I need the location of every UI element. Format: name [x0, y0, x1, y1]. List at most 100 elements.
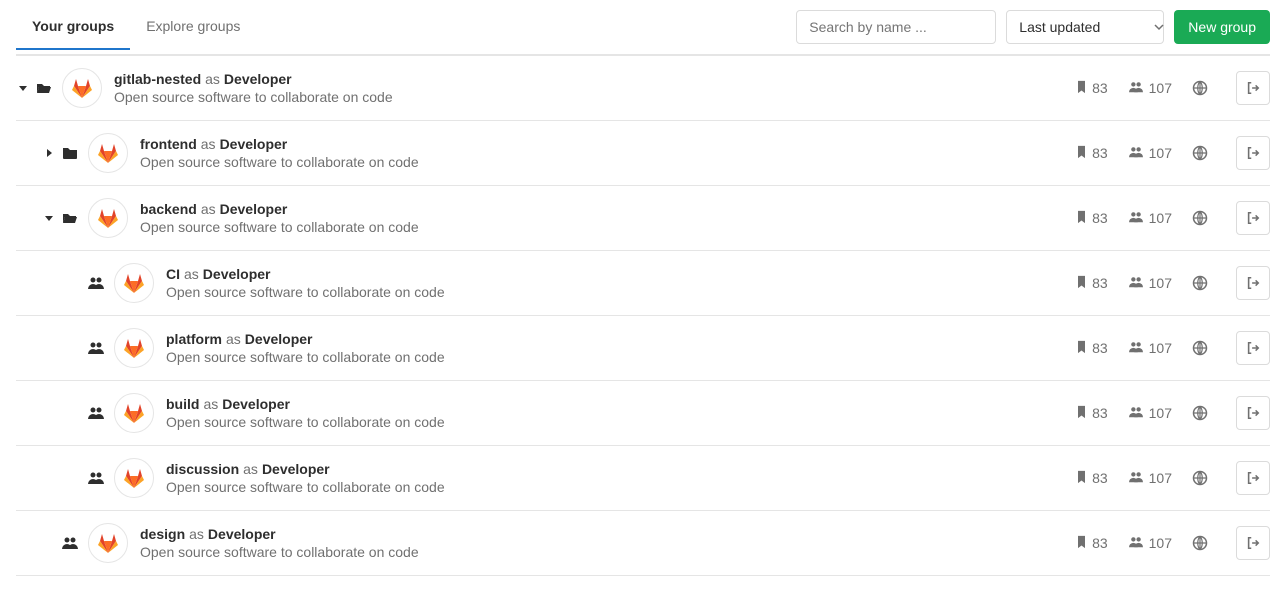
members-count: 107 — [1128, 470, 1172, 487]
group-avatar — [114, 263, 154, 303]
members-count: 107 — [1128, 210, 1172, 227]
role-label: Developer — [245, 331, 313, 347]
group-name[interactable]: gitlab-nested — [114, 71, 201, 87]
as-label: as — [201, 201, 216, 217]
group-row[interactable]: buildasDeveloper Open source software to … — [16, 381, 1270, 446]
caret-down-icon[interactable] — [42, 213, 56, 223]
role-label: Developer — [220, 136, 288, 152]
as-label: as — [201, 136, 216, 152]
members-count: 107 — [1128, 535, 1172, 552]
projects-count: 83 — [1076, 145, 1108, 162]
bookmark-icon — [1076, 275, 1087, 292]
new-group-button[interactable]: New group — [1174, 10, 1270, 44]
users-icon — [1128, 145, 1144, 162]
globe-icon — [1192, 535, 1208, 551]
globe-icon — [1192, 340, 1208, 356]
leave-group-button[interactable] — [1236, 201, 1270, 235]
leave-group-button[interactable] — [1236, 331, 1270, 365]
group-description: Open source software to collaborate on c… — [114, 89, 1076, 105]
leave-group-button[interactable] — [1236, 526, 1270, 560]
members-count: 107 — [1128, 340, 1172, 357]
group-name[interactable]: design — [140, 526, 185, 542]
globe-icon — [1192, 80, 1208, 96]
projects-count: 83 — [1076, 405, 1108, 422]
group-name[interactable]: frontend — [140, 136, 197, 152]
users-icon — [86, 340, 106, 356]
search-input[interactable] — [796, 10, 996, 44]
bookmark-icon — [1076, 210, 1087, 227]
bookmark-icon — [1076, 145, 1087, 162]
group-row[interactable]: frontendasDeveloperOpen source software … — [16, 121, 1270, 186]
role-label: Developer — [203, 266, 271, 282]
caret-down-icon[interactable] — [16, 83, 30, 93]
users-icon — [1128, 210, 1144, 227]
role-label: Developer — [220, 201, 288, 217]
members-count: 107 — [1128, 405, 1172, 422]
group-description: Open source software to collaborate on c… — [166, 349, 1076, 365]
role-label: Developer — [208, 526, 276, 542]
as-label: as — [205, 71, 220, 87]
as-label: as — [226, 331, 241, 347]
users-icon — [1128, 535, 1144, 552]
group-description: Open source software to collaborate on c… — [166, 284, 1076, 300]
group-name[interactable]: backend — [140, 201, 197, 217]
group-row[interactable]: backendasDeveloperOpen source software t… — [16, 186, 1270, 251]
members-count: 107 — [1128, 80, 1172, 97]
group-name[interactable]: CI — [166, 266, 180, 282]
leave-group-button[interactable] — [1236, 266, 1270, 300]
tab-explore-groups[interactable]: Explore groups — [130, 4, 256, 50]
group-name[interactable]: discussion — [166, 461, 239, 477]
globe-icon — [1192, 210, 1208, 226]
bookmark-icon — [1076, 470, 1087, 487]
projects-count: 83 — [1076, 535, 1108, 552]
leave-group-button[interactable] — [1236, 136, 1270, 170]
as-label: as — [203, 396, 218, 412]
as-label: as — [184, 266, 199, 282]
bookmark-icon — [1076, 80, 1087, 97]
role-label: Developer — [222, 396, 290, 412]
group-row[interactable]: CIasDeveloper Open source software to col… — [16, 251, 1270, 316]
projects-count: 83 — [1076, 275, 1108, 292]
role-label: Developer — [262, 461, 330, 477]
users-icon — [86, 275, 106, 291]
caret-right-icon[interactable] — [42, 148, 56, 158]
projects-count: 83 — [1076, 80, 1108, 97]
group-row[interactable]: designasDeveloper Open source software to… — [16, 511, 1270, 576]
group-avatar — [88, 523, 128, 563]
users-icon — [86, 470, 106, 486]
as-label: as — [243, 461, 258, 477]
group-row[interactable]: gitlab-nestedasDeveloper Open source soft… — [16, 55, 1270, 121]
globe-icon — [1192, 145, 1208, 161]
globe-icon — [1192, 405, 1208, 421]
as-label: as — [189, 526, 204, 542]
folder-open-icon — [60, 210, 80, 226]
tab-your-groups[interactable]: Your groups — [16, 4, 130, 50]
users-icon — [1128, 470, 1144, 487]
users-icon — [60, 535, 80, 551]
globe-icon — [1192, 275, 1208, 291]
bookmark-icon — [1076, 535, 1087, 552]
users-icon — [1128, 80, 1144, 97]
group-description: Open source software to collaborate on c… — [166, 414, 1076, 430]
role-label: Developer — [224, 71, 292, 87]
group-avatar — [88, 133, 128, 173]
bookmark-icon — [1076, 405, 1087, 422]
group-avatar — [114, 393, 154, 433]
leave-group-button[interactable] — [1236, 396, 1270, 430]
group-row[interactable]: platformasDeveloper Open source software … — [16, 316, 1270, 381]
users-icon — [1128, 405, 1144, 422]
leave-group-button[interactable] — [1236, 71, 1270, 105]
group-avatar — [114, 328, 154, 368]
users-icon — [86, 405, 106, 421]
group-name[interactable]: build — [166, 396, 199, 412]
sort-select[interactable]: Last updated — [1006, 10, 1164, 44]
projects-count: 83 — [1076, 340, 1108, 357]
group-description: Open source software to collaborate on c… — [140, 544, 1076, 560]
members-count: 107 — [1128, 145, 1172, 162]
group-name[interactable]: platform — [166, 331, 222, 347]
projects-count: 83 — [1076, 210, 1108, 227]
leave-group-button[interactable] — [1236, 461, 1270, 495]
group-row[interactable]: discussionasDeveloperOpen source softwar… — [16, 446, 1270, 511]
folder-open-icon — [34, 80, 54, 96]
members-count: 107 — [1128, 275, 1172, 292]
